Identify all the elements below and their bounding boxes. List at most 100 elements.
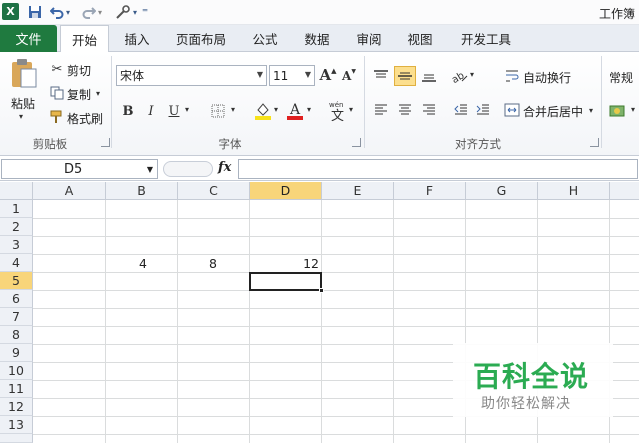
active-cell-d5[interactable] [249, 272, 322, 291]
align-bottom-icon[interactable] [420, 68, 438, 84]
orientation-dropdown-icon[interactable]: ▾ [470, 70, 474, 79]
tab-insert[interactable]: 插入 [114, 25, 160, 52]
column-header-g[interactable]: G [466, 182, 538, 200]
phonetic-dropdown-icon[interactable]: ▾ [349, 105, 353, 114]
tab-formulas[interactable]: 公式 [245, 25, 285, 52]
column-header-i[interactable] [610, 182, 639, 200]
undo-dropdown-icon[interactable]: ▾ [64, 3, 72, 21]
shrink-font-button[interactable]: A ▼ [341, 68, 357, 84]
tab-review[interactable]: 审阅 [349, 25, 389, 52]
copy-dropdown-icon[interactable]: ▾ [96, 89, 100, 98]
align-top-icon[interactable] [372, 68, 390, 84]
save-icon[interactable] [26, 3, 44, 21]
excel-app-icon[interactable]: X [2, 3, 19, 20]
row-header-6[interactable]: 6 [0, 290, 33, 308]
row-header-10[interactable]: 10 [0, 362, 33, 380]
tab-page-layout[interactable]: 页面布局 [170, 25, 232, 52]
tab-file[interactable]: 文件 [0, 25, 57, 52]
formula-input[interactable] [238, 159, 638, 179]
align-left-icon[interactable] [372, 102, 390, 118]
copy-icon [50, 86, 64, 100]
borders-icon[interactable] [210, 103, 226, 119]
customize-icon[interactable] [114, 3, 132, 21]
paste-icon[interactable] [8, 56, 40, 90]
redo-dropdown-icon[interactable]: ▾ [96, 3, 104, 21]
clipboard-launcher-icon[interactable] [101, 138, 110, 147]
format-painter-button[interactable]: 格式刷 [67, 110, 103, 127]
font-color-icon[interactable]: A [286, 100, 304, 122]
customize-dropdown-icon[interactable]: ▾ [131, 3, 139, 21]
underline-button[interactable]: U [166, 102, 182, 120]
fill-color-dropdown-icon[interactable]: ▾ [274, 105, 278, 114]
row-header-4[interactable]: 4 [0, 254, 33, 272]
chevron-down-icon: ▼ [304, 70, 311, 79]
align-right-icon[interactable] [420, 102, 438, 118]
merge-dropdown-icon[interactable]: ▾ [589, 106, 593, 115]
grow-font-button[interactable]: A ▲ [319, 66, 336, 84]
column-header-d[interactable]: D [250, 182, 322, 200]
row-header-2[interactable]: 2 [0, 218, 33, 236]
row-header-14[interactable] [0, 434, 33, 443]
name-box[interactable]: D5 ▼ [1, 159, 158, 179]
tab-view[interactable]: 视图 [400, 25, 440, 52]
bold-button[interactable]: B [120, 102, 136, 120]
font-color-dropdown-icon[interactable]: ▾ [307, 105, 311, 114]
italic-button[interactable]: I [143, 102, 159, 120]
align-middle-icon[interactable] [394, 66, 416, 86]
svg-text:文: 文 [331, 109, 344, 122]
cell-d4[interactable]: 12 [250, 254, 322, 272]
row-header-9[interactable]: 9 [0, 344, 33, 362]
chevron-down-icon: ▼ [146, 165, 153, 174]
phonetic-guide-icon[interactable]: wén 文 [328, 100, 348, 122]
row-header-5[interactable]: 5 [0, 272, 33, 290]
grid-line [33, 272, 639, 273]
font-size-select[interactable]: 11 ▼ [269, 65, 315, 86]
paste-dropdown-icon[interactable]: ▾ [19, 112, 23, 121]
tab-developer[interactable]: 开发工具 [455, 25, 517, 52]
column-header-e[interactable]: E [322, 182, 394, 200]
column-header-b[interactable]: B [106, 182, 178, 200]
row-header-3[interactable]: 3 [0, 236, 33, 254]
number-format-select[interactable]: 常规 [609, 69, 633, 86]
orientation-icon[interactable]: ab [449, 66, 469, 86]
qat-more-icon[interactable]: ⁼ [141, 3, 149, 21]
borders-dropdown-icon[interactable]: ▾ [231, 105, 235, 114]
underline-dropdown-icon[interactable]: ▾ [185, 105, 189, 114]
svg-text:ab: ab [450, 70, 466, 85]
cell-b4[interactable]: 4 [106, 254, 150, 272]
paste-button[interactable]: 粘贴 [11, 95, 35, 112]
row-header-12[interactable]: 12 [0, 398, 33, 416]
column-header-c[interactable]: C [178, 182, 250, 200]
column-header-h[interactable]: H [538, 182, 610, 200]
font-name-select[interactable]: 宋体 ▼ [116, 65, 267, 86]
cell-c4[interactable]: 8 [178, 254, 220, 272]
copy-button[interactable]: 复制 [67, 86, 91, 103]
align-center-icon[interactable] [396, 102, 414, 118]
select-all-corner[interactable] [0, 182, 33, 200]
currency-format-icon[interactable] [609, 102, 629, 120]
wrap-text-button[interactable]: 自动换行 [523, 69, 571, 86]
tab-data[interactable]: 数据 [297, 25, 337, 52]
column-header-a[interactable]: A [33, 182, 106, 200]
row-header-8[interactable]: 8 [0, 326, 33, 344]
name-box-value: D5 [64, 161, 83, 177]
row-header-1[interactable]: 1 [0, 200, 33, 218]
svg-text:A: A [289, 102, 301, 118]
row-header-7[interactable]: 7 [0, 308, 33, 326]
alignment-launcher-icon[interactable] [590, 138, 599, 147]
fill-color-icon[interactable] [254, 101, 272, 121]
insert-function-button[interactable]: fx [218, 160, 231, 175]
row-header-11[interactable]: 11 [0, 380, 33, 398]
cut-button[interactable]: 剪切 [67, 62, 91, 79]
column-header-f[interactable]: F [394, 182, 466, 200]
increase-indent-icon[interactable] [474, 102, 492, 118]
fill-handle[interactable] [319, 288, 324, 293]
currency-dropdown-icon[interactable]: ▾ [631, 105, 635, 114]
merge-center-button[interactable]: 合并后居中 [523, 103, 583, 120]
font-launcher-icon[interactable] [352, 138, 361, 147]
decrease-indent-icon[interactable] [452, 102, 470, 118]
formula-bar-splitter[interactable] [163, 161, 213, 177]
tab-home[interactable]: 开始 [60, 25, 109, 53]
row-header-13[interactable]: 13 [0, 416, 33, 434]
alignment-group-label: 对齐方式 [455, 137, 501, 151]
